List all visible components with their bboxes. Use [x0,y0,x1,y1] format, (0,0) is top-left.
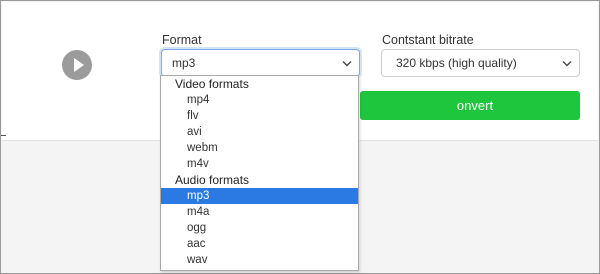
bitrate-select-value: 320 kbps (high quality) [396,56,517,70]
chevron-down-icon [342,61,352,67]
option-avi[interactable]: avi [161,124,358,140]
optgroup-video-label: Video formats [175,77,249,91]
app-frame: Format Contstant bitrate mp3 320 kbps (h… [0,0,600,274]
option-ogg[interactable]: ogg [161,220,358,236]
format-select-value: mp3 [172,56,196,70]
option-mp3[interactable]: mp3 [161,188,358,204]
option-wav[interactable]: wav [161,252,358,268]
option-webm[interactable]: webm [161,140,358,156]
format-dropdown-list[interactable]: Video formats mp4 flv avi webm m4v Audio… [160,75,359,271]
option-flv[interactable]: flv [161,108,358,124]
edge-tick [1,135,6,136]
play-button[interactable] [62,50,92,80]
convert-button-label: onvert [456,98,494,113]
option-mp4[interactable]: mp4 [161,92,358,108]
option-m4a[interactable]: m4a [161,204,358,220]
bitrate-select[interactable]: 320 kbps (high quality) [381,49,580,77]
format-label: Format [162,33,202,47]
play-icon [74,58,84,72]
optgroup-audio-label: Audio formats [175,173,250,187]
chevron-down-icon [562,61,572,67]
option-m4v[interactable]: m4v [161,156,358,172]
option-aac[interactable]: aac [161,236,358,252]
format-select[interactable]: mp3 [161,49,360,77]
convert-button[interactable]: onvert [360,91,580,120]
bitrate-label: Contstant bitrate [382,33,474,47]
